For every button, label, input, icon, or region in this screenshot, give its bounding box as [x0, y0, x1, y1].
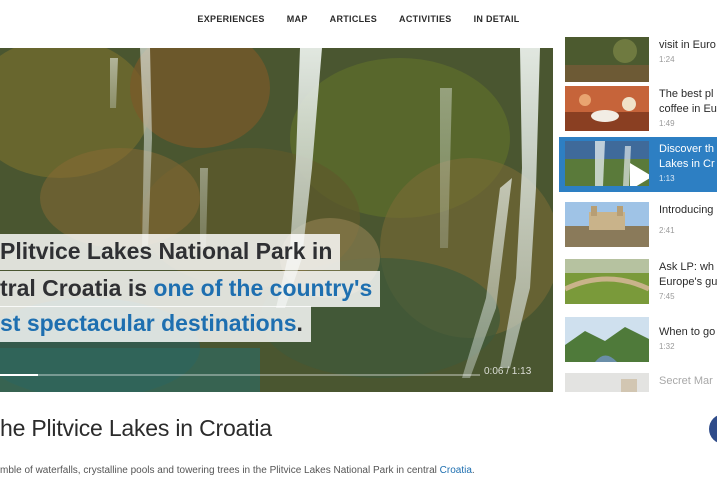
caption-highlight-3: st spectacular destinations [0, 310, 297, 336]
video-progress-bar[interactable] [0, 374, 480, 376]
nav-experiences[interactable]: EXPERIENCES [197, 14, 264, 24]
playlist-item-title-line2: Europe's gu [659, 276, 717, 288]
video-description: mble of waterfalls, crystalline pools an… [0, 465, 475, 476]
playlist-item-title: When to go [659, 326, 716, 338]
playlist-item-duration: 1:32 [659, 342, 675, 351]
croatia-link[interactable]: Croatia [440, 465, 472, 476]
playlist-item-title-line2: Lakes in Cr [659, 158, 715, 170]
playlist-item-title: Secret Mar [659, 375, 713, 387]
playlist-item-title: visit in Euro [659, 39, 716, 51]
nav-map[interactable]: MAP [287, 14, 308, 24]
description-end: . [471, 465, 475, 476]
playlist-item[interactable]: Ask LP: wh Europe's gu 7:45 [559, 255, 717, 307]
playlist-item-title: Introducing [659, 204, 714, 216]
playlist-thumbnail [565, 373, 649, 392]
playlist-item[interactable]: When to go 1:32 [559, 313, 717, 365]
video-time: 0:06 / 1:13 [484, 366, 532, 377]
play-icon [630, 163, 649, 186]
video-progress-fill [0, 374, 39, 376]
video-player[interactable]: Plitvice Lakes National Park in tral Cro… [0, 48, 553, 392]
playlist-item-duration: 1:24 [659, 55, 675, 64]
caption-text-2: tral Croatia is [0, 275, 154, 301]
nav-in-detail[interactable]: IN DETAIL [474, 14, 520, 24]
top-navigation: EXPERIENCES MAP ARTICLES ACTIVITIES IN D… [0, 0, 717, 38]
playlist-item-title: The best pl [659, 88, 714, 100]
playlist-item-title: Discover th [659, 143, 715, 155]
video-playlist: visit in Euro 1:24 The best pl coffee in… [559, 35, 717, 392]
playlist-thumbnail [565, 202, 649, 247]
playlist-thumbnail [565, 259, 649, 304]
playlist-item-title: Ask LP: wh [659, 261, 715, 273]
nav-activities[interactable]: ACTIVITIES [399, 14, 452, 24]
playlist-thumbnail [565, 37, 649, 82]
caption-text-1: Plitvice Lakes National Park in [0, 238, 333, 264]
description-text: mble of waterfalls, crystalline pools an… [0, 465, 440, 476]
playlist-item-duration: 1:13 [659, 174, 675, 183]
playlist-item-duration: 2:41 [659, 226, 675, 235]
playlist-item[interactable]: visit in Euro 1:24 [559, 35, 717, 85]
share-button[interactable] [709, 414, 717, 444]
playlist-thumbnail [565, 141, 649, 186]
playlist-item[interactable]: The best pl coffee in Eu 1:49 [559, 82, 717, 134]
playlist-thumbnail [565, 86, 649, 131]
playlist-item-duration: 7:45 [659, 292, 675, 301]
caption-text-3: . [296, 310, 303, 336]
caption-line-1: Plitvice Lakes National Park in [0, 234, 341, 270]
playlist-item[interactable]: Introducing 2:41 [559, 198, 717, 250]
playlist-item[interactable]: Secret Mar [559, 369, 717, 392]
nav-articles[interactable]: ARTICLES [330, 14, 377, 24]
playlist-item-title-line2: coffee in Eu [659, 103, 717, 115]
caption-highlight-2: one of the country's [153, 275, 373, 301]
playlist-item-duration: 1:49 [659, 119, 675, 128]
playlist-item-active[interactable]: Discover th Lakes in Cr 1:13 [559, 137, 717, 192]
caption-line-2: tral Croatia is one of the country's [0, 271, 381, 307]
caption-line-3: st spectacular destinations. [0, 306, 311, 342]
page-title: he Plitvice Lakes in Croatia [0, 415, 272, 441]
playlist-thumbnail [565, 317, 649, 362]
